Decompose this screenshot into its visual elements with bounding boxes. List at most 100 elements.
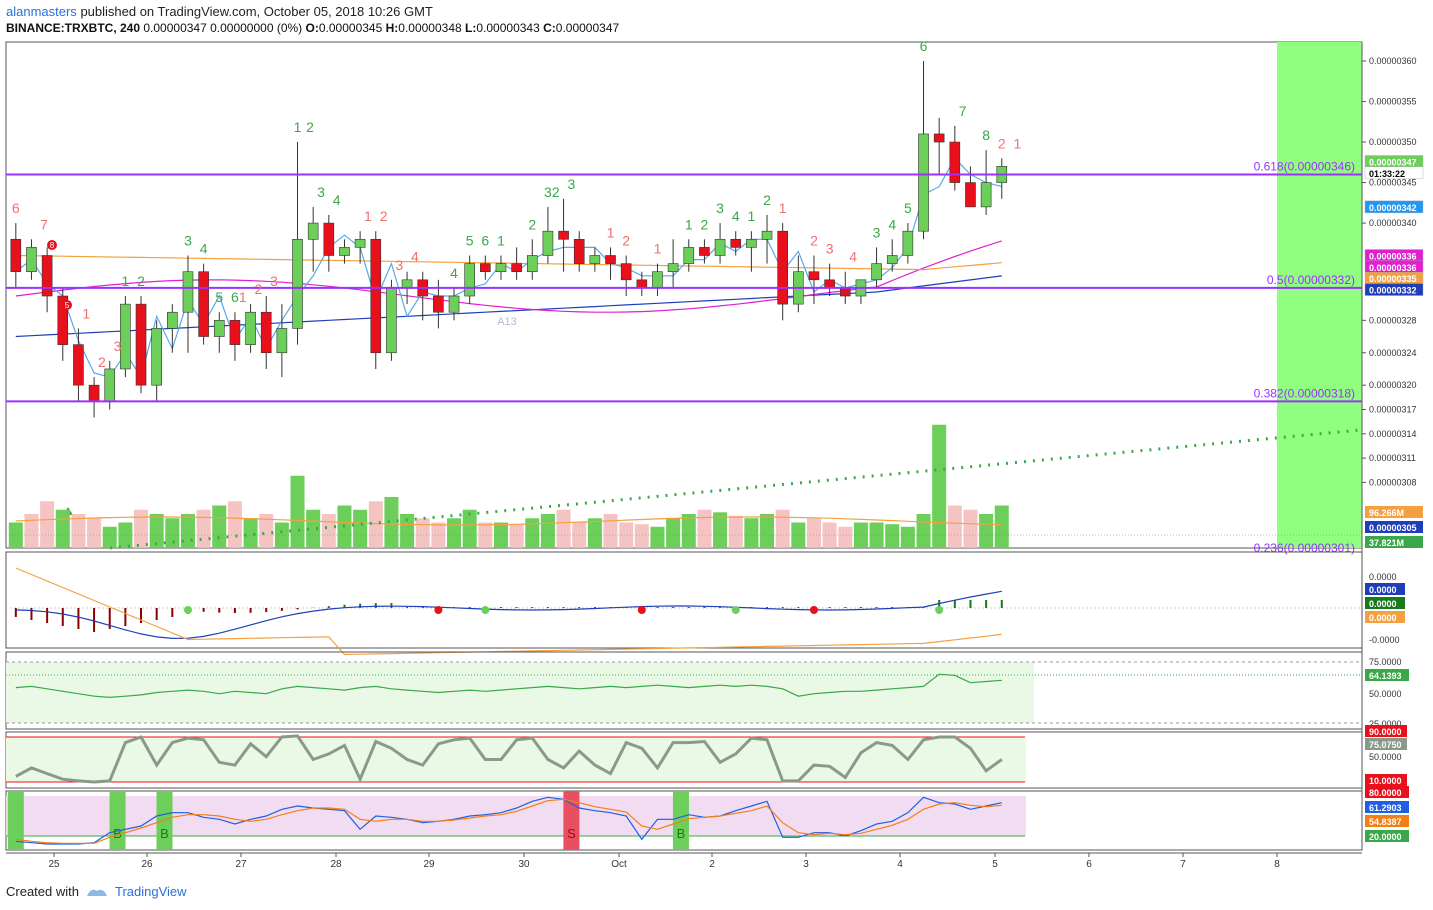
td-count-up: 1 xyxy=(747,208,755,224)
created-with-label: Created with xyxy=(6,884,79,899)
price-axis-tag-text: 0.00000336 xyxy=(1369,252,1417,262)
candle-body xyxy=(386,287,397,354)
price-tick-label: 0.00000308 xyxy=(1369,477,1417,487)
td-count-down: 2 xyxy=(622,233,630,249)
time-tick-label: 2 xyxy=(709,859,715,870)
td-count-down: 1 xyxy=(779,200,787,216)
volume-axis-tag-text: 96.266M xyxy=(1369,508,1404,518)
time-tick-label: 30 xyxy=(518,859,530,870)
td-count-up: 6 xyxy=(920,38,928,54)
candle-body xyxy=(558,230,569,240)
price-tick-label: 0.00000345 xyxy=(1369,178,1417,188)
volume-bar xyxy=(415,518,430,548)
candle-body xyxy=(886,255,898,264)
td-count-down: 3 xyxy=(270,273,278,289)
price-tick-label: 0.00000314 xyxy=(1369,429,1417,439)
td-count-up: 4 xyxy=(888,216,896,232)
macd-cross-dot xyxy=(434,606,443,614)
candle-body xyxy=(120,303,131,370)
candle-body xyxy=(151,328,162,386)
candle-body xyxy=(135,303,147,386)
td-count-down: 1 xyxy=(654,241,662,257)
volume-bar xyxy=(102,526,117,548)
volume-bar xyxy=(634,524,649,548)
macd-axis-tag-text: 0.0000 xyxy=(1369,613,1397,623)
candle-body xyxy=(699,247,710,256)
price-tick-label: 0.00000320 xyxy=(1369,380,1417,390)
candle-body xyxy=(41,255,53,297)
srsi-axis-tag-text: 61.2903 xyxy=(1369,803,1402,813)
time-tick-label: 6 xyxy=(1086,859,1092,870)
td-count-down: 6 xyxy=(12,200,20,216)
chart-canvas[interactable]: 0.00000360 0.00000355 0.00000350 0.00000345… xyxy=(0,0,1433,910)
srsi-signal-label: B xyxy=(160,826,169,841)
volume-bar xyxy=(509,524,524,548)
volume-bar xyxy=(243,518,258,548)
candle-body xyxy=(245,311,256,345)
td-count-up: 3 xyxy=(716,200,724,216)
volume-bar xyxy=(447,518,462,548)
candle-body xyxy=(839,287,851,297)
price-axis-tag-text: 0.00000342 xyxy=(1369,203,1417,213)
volume-bar xyxy=(760,514,775,548)
rsi-tick-label: 50.0000 xyxy=(1369,689,1402,699)
macd-cross-dot xyxy=(637,606,646,614)
macd-cross-dot xyxy=(183,606,192,614)
candle-body xyxy=(652,271,663,289)
td-count-up: 4 xyxy=(200,241,208,257)
candle-body xyxy=(573,238,585,264)
candle-body xyxy=(354,238,366,248)
price-tick-label: 0.00000328 xyxy=(1369,315,1417,325)
volume-bar xyxy=(587,518,602,548)
td-count-down: 2 xyxy=(380,208,388,224)
candle-body xyxy=(746,238,757,248)
td-count-down: 4 xyxy=(849,249,857,265)
td-count-up: 5 xyxy=(904,200,912,216)
candle-body xyxy=(276,328,288,354)
td-count-down: 7 xyxy=(40,216,48,232)
volume-bar xyxy=(963,509,978,548)
ma-light-line xyxy=(15,157,1002,379)
volume-bar xyxy=(932,424,947,548)
candle-body xyxy=(902,230,914,256)
candle-body xyxy=(198,271,209,337)
candle-body xyxy=(933,133,945,143)
candle-body xyxy=(871,263,882,281)
price-tick-label: 0.00000311 xyxy=(1369,453,1416,463)
candle-body xyxy=(683,247,695,264)
rsi-axis-tag-text: 64.1393 xyxy=(1369,671,1402,681)
volume-bar xyxy=(540,514,555,548)
price-tick-label: 0.00000317 xyxy=(1369,404,1417,414)
td-count-up: 6 xyxy=(231,289,239,305)
volume-bar xyxy=(838,526,853,548)
volume-bar xyxy=(885,524,900,548)
td-count-up: 1 xyxy=(121,273,129,289)
td-count-up: 2 xyxy=(528,216,536,232)
macd-tick-label: -0.0000 xyxy=(1369,635,1400,645)
time-tick-label: 7 xyxy=(1180,859,1186,870)
macd-signal-line xyxy=(15,567,1002,656)
candle-body xyxy=(10,238,22,273)
tradingview-link[interactable]: TradingView xyxy=(115,884,187,899)
srsi-signal-bar xyxy=(672,791,689,850)
projection-zone xyxy=(1277,42,1362,548)
price-axis-tag-text: 0.00000347 xyxy=(1369,157,1417,167)
candle-body xyxy=(542,230,554,256)
candle-body xyxy=(292,238,303,329)
time-tick-label: Oct xyxy=(611,859,627,870)
candle-body xyxy=(433,295,444,313)
candle-body xyxy=(495,263,507,273)
td-count-down: 4 xyxy=(411,249,419,265)
td-count-up: 3 xyxy=(184,233,192,249)
time-tick-label: 29 xyxy=(423,859,435,870)
td-count-up: 2 xyxy=(137,273,145,289)
candle-body xyxy=(526,255,538,273)
td-count-up: 2 xyxy=(306,119,314,135)
volume-bar xyxy=(353,509,368,548)
volume-bar xyxy=(321,514,336,548)
td-count-up: 3 xyxy=(317,184,325,200)
fib-level-label: 0.5(0.00000332) xyxy=(1267,273,1355,287)
volume-bar xyxy=(603,514,618,548)
signal-marker-label: 5 xyxy=(65,301,70,310)
volume-bar xyxy=(165,518,180,548)
